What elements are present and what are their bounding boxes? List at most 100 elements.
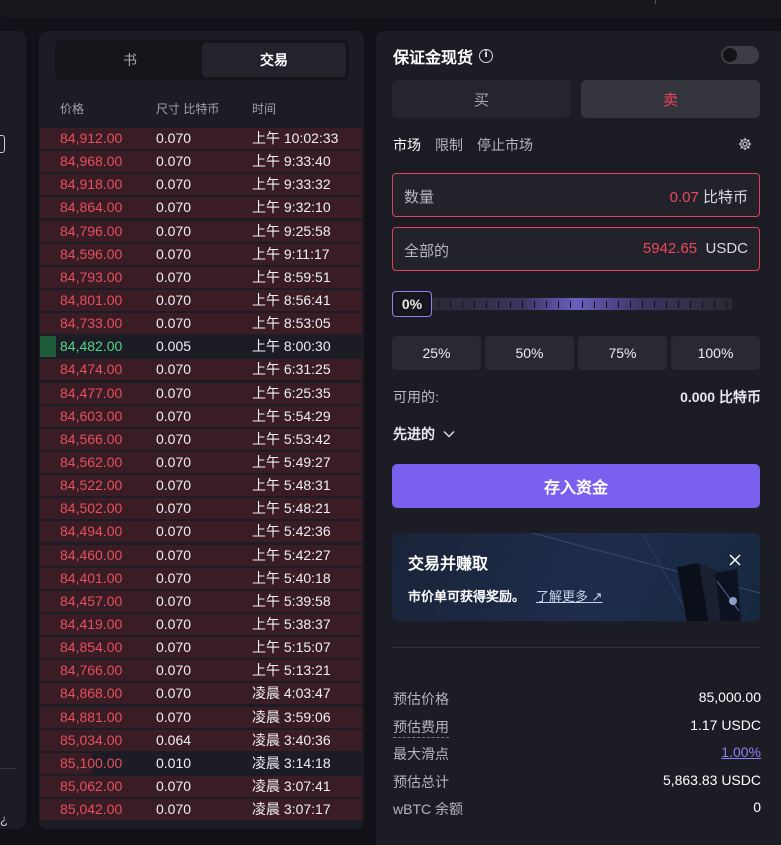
truncated-text: ¿ <box>0 812 8 827</box>
trade-price: 85,042.00 <box>60 801 123 818</box>
quantity-field[interactable]: 数量 0.07 比特币 <box>392 173 760 217</box>
trade-price: 84,766.00 <box>60 662 123 679</box>
summary-row: 最大滑点 1.00% <box>393 744 761 772</box>
trade-price: 84,401.00 <box>60 569 123 586</box>
trade-price: 84,457.00 <box>60 592 123 609</box>
trade-depth-bar <box>40 336 56 358</box>
trade-size: 0.070 <box>156 384 192 401</box>
summary-value: 5,863.83 USDC <box>662 771 761 788</box>
trade-price: 84,494.00 <box>60 523 123 540</box>
slider-tick <box>534 301 535 308</box>
summary-row: 预估费用 1.17 USDC <box>393 717 761 745</box>
trade-size: 0.070 <box>156 430 192 447</box>
order-summary: 预估价格 85,000.00 预估费用 1.17 USDC 最大滑点 1.00% 预估总计 5… <box>393 689 761 827</box>
buy-button[interactable]: 买 <box>392 80 571 118</box>
tab-trades[interactable]: 交易 <box>202 43 346 77</box>
total-field[interactable]: 全部的 5942.65 USDC <box>392 227 760 271</box>
checkbox-edge[interactable] <box>0 135 5 153</box>
slider-percent[interactable]: 0% <box>392 291 432 317</box>
trade-row: 84,401.00 0.070 上午 5:40:18 <box>40 567 363 590</box>
trade-size: 0.070 <box>156 153 192 170</box>
trade-time: 上午 5:13:21 <box>252 662 331 679</box>
trade-time: 上午 9:32:10 <box>252 199 331 216</box>
amount-slider[interactable] <box>432 298 732 310</box>
trade-time: 凌晨 3:40:36 <box>252 731 331 748</box>
trade-price: 84,912.00 <box>60 130 123 146</box>
slider-tick <box>618 301 619 308</box>
order-panel: 保证金现货 i 买 卖 市场 限制 停止市场 数量 0.07 比特币 全部的 5… <box>376 31 781 845</box>
info-icon[interactable]: i <box>479 49 494 63</box>
promo-learn-more-link[interactable]: 了解更多 ↗ <box>536 586 603 605</box>
trade-price: 84,419.00 <box>60 615 123 632</box>
trade-size: 0.070 <box>156 291 192 308</box>
sell-button[interactable]: 卖 <box>581 80 760 118</box>
summary-row: 预估总计 5,863.83 USDC <box>393 772 761 800</box>
margin-toggle[interactable] <box>721 46 759 64</box>
trade-row: 84,796.00 0.070 上午 9:25:58 <box>40 220 363 243</box>
trade-size: 0.005 <box>156 338 192 355</box>
percent-100-button[interactable]: 100% <box>671 336 760 370</box>
slider-tick <box>522 301 523 308</box>
summary-value[interactable]: 1.00% <box>721 744 761 760</box>
percent-50-button[interactable]: 50% <box>485 336 574 370</box>
trade-size: 0.070 <box>156 639 192 656</box>
trade-size: 0.070 <box>156 523 192 540</box>
external-arrow-icon: ↗ <box>591 589 603 604</box>
trade-time: 上午 9:33:32 <box>252 176 331 193</box>
tab-book[interactable]: 书 <box>58 43 202 77</box>
trade-price: 84,603.00 <box>60 407 123 424</box>
top-bar-right <box>560 0 781 18</box>
divider-tick <box>655 0 656 4</box>
deposit-button[interactable]: 存入资金 <box>392 464 760 508</box>
trade-size: 0.070 <box>156 361 192 378</box>
available-value: 0.000 比特币 <box>680 389 761 405</box>
trade-time: 上午 5:49:27 <box>252 453 331 470</box>
promo-banner: 交易并赚取 市价单可获得奖励。 了解更多 ↗ <box>392 533 760 621</box>
trade-price: 84,801.00 <box>60 291 123 308</box>
summary-row: wBTC 余额 0 <box>393 799 761 827</box>
trade-row: 84,912.00 0.070 上午 10:02:33 <box>40 127 363 150</box>
trade-size: 0.070 <box>156 477 192 494</box>
total-label: 全部的 <box>404 243 450 260</box>
trade-time: 上午 9:33:40 <box>252 153 331 170</box>
trade-size: 0.070 <box>156 685 192 702</box>
quantity-label: 数量 <box>404 189 435 206</box>
trade-price: 85,100.00 <box>60 754 123 771</box>
tab-limit[interactable]: 限制 <box>435 135 463 155</box>
gear-icon[interactable] <box>738 137 752 151</box>
trade-price: 84,868.00 <box>60 685 123 702</box>
trade-row: 84,881.00 0.070 凌晨 3:59:06 <box>40 706 363 729</box>
trade-time: 上午 5:48:31 <box>252 477 331 494</box>
percent-75-button[interactable]: 75% <box>578 336 667 370</box>
percent-25-button[interactable]: 25% <box>392 336 481 370</box>
divider <box>392 647 760 648</box>
trade-row: 85,062.00 0.070 凌晨 3:07:41 <box>40 775 363 798</box>
trade-time: 上午 5:42:27 <box>252 546 331 563</box>
tab-stop-market[interactable]: 停止市场 <box>477 135 533 155</box>
trade-time: 凌晨 3:07:41 <box>252 777 331 794</box>
trade-price: 84,482.00 <box>60 338 123 355</box>
trade-size: 0.070 <box>156 176 192 193</box>
learn-more-text: 了解更多 <box>536 589 589 604</box>
trade-size: 0.070 <box>156 245 192 262</box>
trade-size: 0.070 <box>156 592 192 609</box>
summary-row: 预估价格 85,000.00 <box>393 689 761 717</box>
summary-label: 预估价格 <box>393 691 449 707</box>
slider-tick <box>486 301 487 308</box>
trade-size: 0.070 <box>156 130 192 146</box>
tab-market[interactable]: 市场 <box>393 135 421 155</box>
trade-row: 84,522.00 0.070 上午 5:48:31 <box>40 474 363 497</box>
trade-size: 0.070 <box>156 453 192 470</box>
advanced-toggle[interactable]: 先进的 <box>393 424 455 444</box>
trade-size: 0.070 <box>156 615 192 632</box>
trade-price: 84,502.00 <box>60 500 123 517</box>
trade-time: 上午 5:54:29 <box>252 407 331 424</box>
trade-time: 上午 5:48:21 <box>252 500 331 517</box>
toggle-knob <box>723 48 737 62</box>
trade-row: 84,482.00 0.005 上午 8:00:30 <box>40 335 363 358</box>
slider-tick <box>606 301 607 308</box>
trade-row: 84,733.00 0.070 上午 8:53:05 <box>40 312 363 335</box>
summary-label: 预估总计 <box>393 773 449 790</box>
slider-tick <box>630 301 631 308</box>
trade-time: 上午 5:40:18 <box>252 569 331 586</box>
